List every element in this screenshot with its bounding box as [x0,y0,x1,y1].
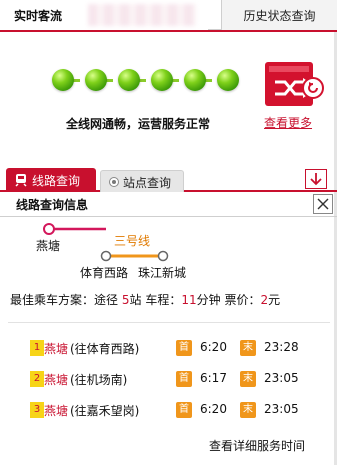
status-dot [118,69,140,91]
detail-service-time-link[interactable]: 查看详细服务时间 [209,437,305,454]
tab-history-label: 历史状态查询 [243,9,316,23]
blurred-banner [88,4,196,26]
best-plan-summary: 最佳乘车方案：途径 5站 车程：11分钟 票价：2元 [10,291,280,308]
query-tab-bar: 线路查询 站点查询 [0,168,337,192]
transfer-station: 体育西路 [80,266,129,280]
network-status-message: 全线网通畅，运营服务正常 [66,117,211,131]
status-dot [151,69,173,91]
tab-station-query[interactable]: 站点查询 [100,170,184,192]
first-train-time: 6:20 [200,340,227,354]
tab-live-label: 实时客流 [14,9,63,23]
plan-fare-unit: 元 [268,293,281,307]
rows-divider [8,322,330,323]
radio-icon [109,177,119,187]
close-button[interactable] [313,194,333,214]
row-station: 燕塘 [44,373,69,387]
status-dot [184,69,206,91]
row-direction: (往机场南) [70,373,128,387]
plan-stations-unit: 站 [129,293,142,307]
last-train-badge: 末 [240,340,256,356]
plan-time-label: 车程： [145,293,182,307]
top-tab-bar: 实时客流 历史状态查询 [0,0,337,30]
first-train-badge: 首 [176,340,192,356]
panel-title: 线路查询信息 [16,198,89,212]
row-number-badge: 2 [30,371,44,387]
timetable-row: 2 燕塘 (往机场南) 首 6:17 末 23:05 [30,369,330,389]
first-train-badge: 首 [176,371,192,387]
network-status-dots [52,69,242,93]
close-icon [317,198,329,210]
download-button[interactable] [305,169,327,189]
train-icon [15,174,27,187]
status-dot [52,69,74,91]
row-direction: (往嘉禾望岗) [70,404,140,418]
row-station: 燕塘 [44,342,69,356]
header-divider [0,30,337,32]
timetable-row: 3 燕塘 (往嘉禾望岗) 首 6:20 末 23:05 [30,400,330,420]
last-train-badge: 末 [240,371,256,387]
app-root: 实时客流 历史状态查询 全线网通畅，运营服务正常 查看更多 线路查询 站点查询 … [0,0,337,465]
tab-history-query[interactable]: 历史状态查询 [221,0,337,30]
last-train-time: 23:05 [264,371,299,385]
first-train-time: 6:20 [200,402,227,416]
row-number-badge: 1 [30,340,44,356]
row-number-badge: 3 [30,402,44,418]
plan-minutes-unit: 分钟 [196,293,221,307]
download-arrow-icon [310,173,322,186]
tab-route-label: 线路查询 [32,174,81,188]
tab-station-label: 站点查询 [123,176,172,190]
row-station: 燕塘 [44,404,69,418]
row-direction: (往体育西路) [70,342,140,356]
shuffle-more-icon[interactable] [263,58,325,110]
last-train-badge: 末 [240,402,256,418]
line-name: 三号线 [114,234,151,248]
tab-live-passenger[interactable]: 实时客流 [0,0,208,30]
plan-fare-label: 票价： [224,293,261,307]
plan-label: 最佳乘车方案：途径 [10,293,119,307]
status-dot [217,69,239,91]
first-train-time: 6:17 [200,371,227,385]
status-dot [85,69,107,91]
origin-station: 燕塘 [36,239,61,253]
last-train-time: 23:28 [264,340,299,354]
panel-divider [0,216,337,217]
first-train-badge: 首 [176,402,192,418]
see-more-link[interactable]: 查看更多 [264,114,312,131]
last-train-time: 23:05 [264,402,299,416]
destination-station: 珠江新城 [138,266,187,280]
plan-fare: 2 [260,293,269,307]
tab-route-query[interactable]: 线路查询 [6,168,96,192]
plan-minutes: 11 [181,293,197,307]
timetable-row: 1 燕塘 (往体育西路) 首 6:20 末 23:28 [30,338,330,358]
